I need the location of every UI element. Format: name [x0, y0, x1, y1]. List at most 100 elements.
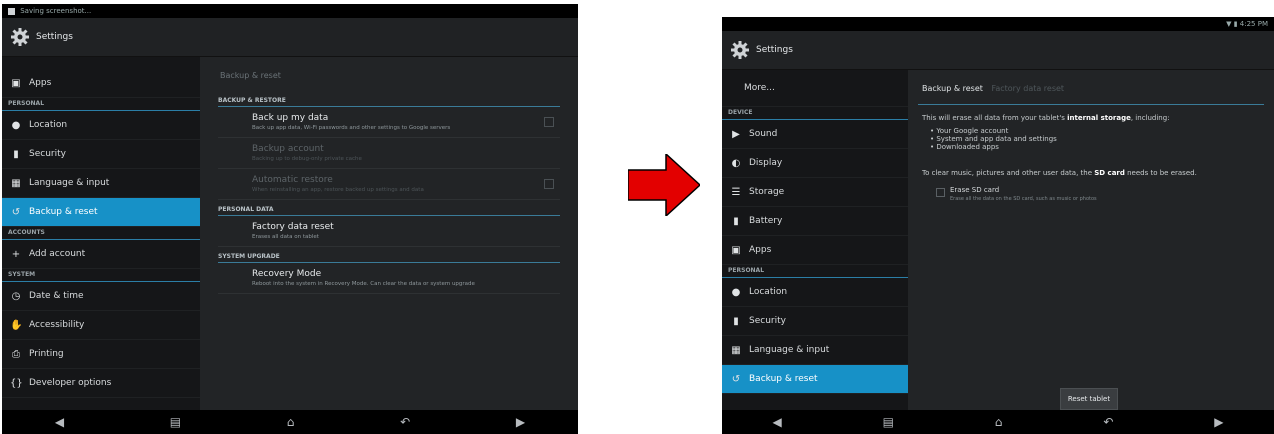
developer-icon: {}: [10, 377, 23, 389]
sidebar-item-security[interactable]: ▮ Security: [2, 140, 200, 169]
action-bar: Settings: [2, 18, 578, 57]
sidebar-item-backup[interactable]: ↺ Backup & reset: [722, 365, 908, 394]
lock-icon: ▮: [733, 315, 739, 327]
volume-up-icon[interactable]: ▶: [1214, 415, 1223, 429]
warning-bold-text: internal storage: [1067, 114, 1131, 122]
sidebar-item-label: Battery: [749, 216, 783, 226]
sidebar-item-label: Display: [749, 158, 783, 168]
sidebar-item-location[interactable]: ● Location: [722, 278, 908, 307]
warning-text: This will erase all data from your table…: [922, 114, 1068, 122]
volume-down-icon[interactable]: ◀: [55, 415, 64, 429]
pref-recovery-mode[interactable]: Recovery Mode Reboot into the system in …: [218, 263, 560, 294]
location-icon: ●: [11, 119, 21, 131]
section-header-personal: PERSONAL: [2, 98, 200, 111]
home-icon[interactable]: ⌂: [287, 415, 295, 429]
transition-arrow-icon: [628, 154, 700, 216]
status-time: 4:25 PM: [1239, 20, 1268, 28]
pref-backup-my-data[interactable]: Back up my data Back up app data, Wi-Fi …: [218, 107, 560, 138]
sd-bold-text: SD card: [1094, 169, 1125, 177]
pref-title: Automatic restore: [252, 175, 333, 185]
volume-up-icon[interactable]: ▶: [516, 415, 525, 429]
wifi-icon: ▼: [1226, 20, 1232, 28]
breadcrumb: Backup & reset Factory data reset: [908, 70, 1274, 102]
list-item: • Downloaded apps: [930, 143, 999, 151]
bullet-text: Your Google account: [936, 127, 1009, 135]
sidebar-item-label: Backup & reset: [749, 374, 818, 384]
sidebar-item-apps[interactable]: ▣ Apps: [722, 236, 908, 265]
section-header-system: SYSTEM: [2, 269, 200, 282]
apps-icon: ▣: [11, 77, 21, 89]
pref-backup-account[interactable]: Backup account Backing up to debug-only …: [218, 138, 560, 169]
sidebar-item-printing[interactable]: ⎙ Printing: [2, 340, 200, 369]
sidebar-item-language[interactable]: ▦ Language & input: [2, 169, 200, 198]
status-bar: Saving screenshot...: [2, 4, 578, 18]
back-icon[interactable]: ↶: [400, 415, 410, 429]
storage-icon: ☰: [731, 186, 741, 198]
sd-text: To clear music, pictures and other user …: [922, 169, 1095, 177]
back-icon[interactable]: ↶: [1103, 415, 1113, 429]
sidebar-item-add-account[interactable]: + Add account: [2, 240, 200, 269]
erase-sd-title: Erase SD card: [950, 186, 1000, 194]
sidebar-item-apps[interactable]: ▣ Apps: [2, 69, 200, 98]
sidebar-item-label: Printing: [29, 349, 64, 359]
sidebar-item-security[interactable]: ▮ Security: [722, 307, 908, 336]
pref-auto-restore[interactable]: Automatic restore When reinstalling an a…: [218, 169, 560, 200]
sidebar-item-developer[interactable]: {} Developer options: [2, 369, 200, 398]
printer-icon: ⎙: [12, 348, 20, 360]
navigation-bar: ◀ ▤ ⌂ ↶ ▶: [722, 410, 1274, 434]
pref-factory-reset[interactable]: Factory data reset Erases all data on ta…: [218, 216, 560, 247]
sidebar-item-label: Language & input: [749, 345, 830, 355]
sidebar-item-label: Security: [749, 316, 786, 326]
sidebar-item-label: Add account: [29, 249, 86, 259]
sound-icon: ▶: [732, 128, 740, 140]
sidebar-item-label: Backup & reset: [29, 207, 98, 217]
sidebar-item-sound[interactable]: ▶ Sound: [722, 120, 908, 149]
breadcrumb-parent[interactable]: Backup & reset: [922, 84, 983, 93]
sidebar-item-battery[interactable]: ▮ Battery: [722, 207, 908, 236]
sidebar-item-label: Accessibility: [29, 320, 85, 330]
sidebar-item-date-time[interactable]: ◷ Date & time: [2, 282, 200, 311]
sidebar-item-more[interactable]: More...: [722, 70, 908, 107]
display-icon: ◐: [731, 157, 741, 169]
sidebar-item-language[interactable]: ▦ Language & input: [722, 336, 908, 365]
erase-sd-checkbox[interactable]: [936, 188, 945, 197]
sidebar-item-accessibility[interactable]: ✋ Accessibility: [2, 311, 200, 340]
lock-icon: ▮: [13, 148, 19, 160]
backup-checkbox[interactable]: [544, 117, 554, 127]
screenshot-icon: [8, 7, 15, 15]
erase-sd-card-option[interactable]: Erase SD card Erase all the data on the …: [936, 186, 1260, 202]
settings-gear-icon: [731, 41, 749, 59]
sidebar-item-label: Security: [29, 149, 66, 159]
screenshot-nav-icon[interactable]: ▤: [170, 415, 181, 429]
sidebar-item-label: Location: [749, 287, 788, 297]
sidebar-item-label: Location: [29, 120, 68, 130]
list-item: • Your Google account: [930, 127, 1009, 135]
reset-tablet-button[interactable]: Reset tablet: [1060, 388, 1118, 410]
sidebar-item-display[interactable]: ◐ Display: [722, 149, 908, 178]
location-icon: ●: [731, 286, 741, 298]
sidebar-item-label: Storage: [749, 187, 785, 197]
screenshot-nav-icon[interactable]: ▤: [883, 415, 894, 429]
app-title: Settings: [756, 45, 793, 55]
sidebar-item-backup[interactable]: ↺ Backup & reset: [2, 198, 200, 227]
home-icon[interactable]: ⌂: [995, 415, 1003, 429]
pref-summary: When reinstalling an app, restore backed…: [252, 187, 424, 193]
battery-icon: ▮: [733, 215, 739, 227]
status-bar: ▼ ▮ 4:25 PM: [722, 17, 1274, 31]
section-header-device: DEVICE: [722, 107, 908, 120]
erase-sd-summary: Erase all the data on the SD card, such …: [950, 196, 1097, 202]
sidebar-item-location[interactable]: ● Location: [2, 111, 200, 140]
sidebar-item-label: Developer options: [29, 378, 112, 388]
sidebar-item-label: More...: [744, 83, 775, 93]
breadcrumb: Backup & reset: [220, 71, 281, 80]
breadcrumb-divider: [918, 104, 1264, 105]
section-header-personal: PERSONAL: [722, 265, 908, 278]
volume-down-icon[interactable]: ◀: [772, 415, 781, 429]
sd-text-end: needs to be erased.: [1124, 169, 1197, 177]
factory-reset-pane: Backup & reset Factory data reset This w…: [908, 70, 1274, 410]
sidebar-item-storage[interactable]: ☰ Storage: [722, 178, 908, 207]
pref-title: Recovery Mode: [252, 269, 322, 279]
auto-restore-checkbox[interactable]: [544, 179, 554, 189]
apps-icon: ▣: [731, 244, 741, 256]
sidebar-item-label: Date & time: [29, 291, 84, 301]
